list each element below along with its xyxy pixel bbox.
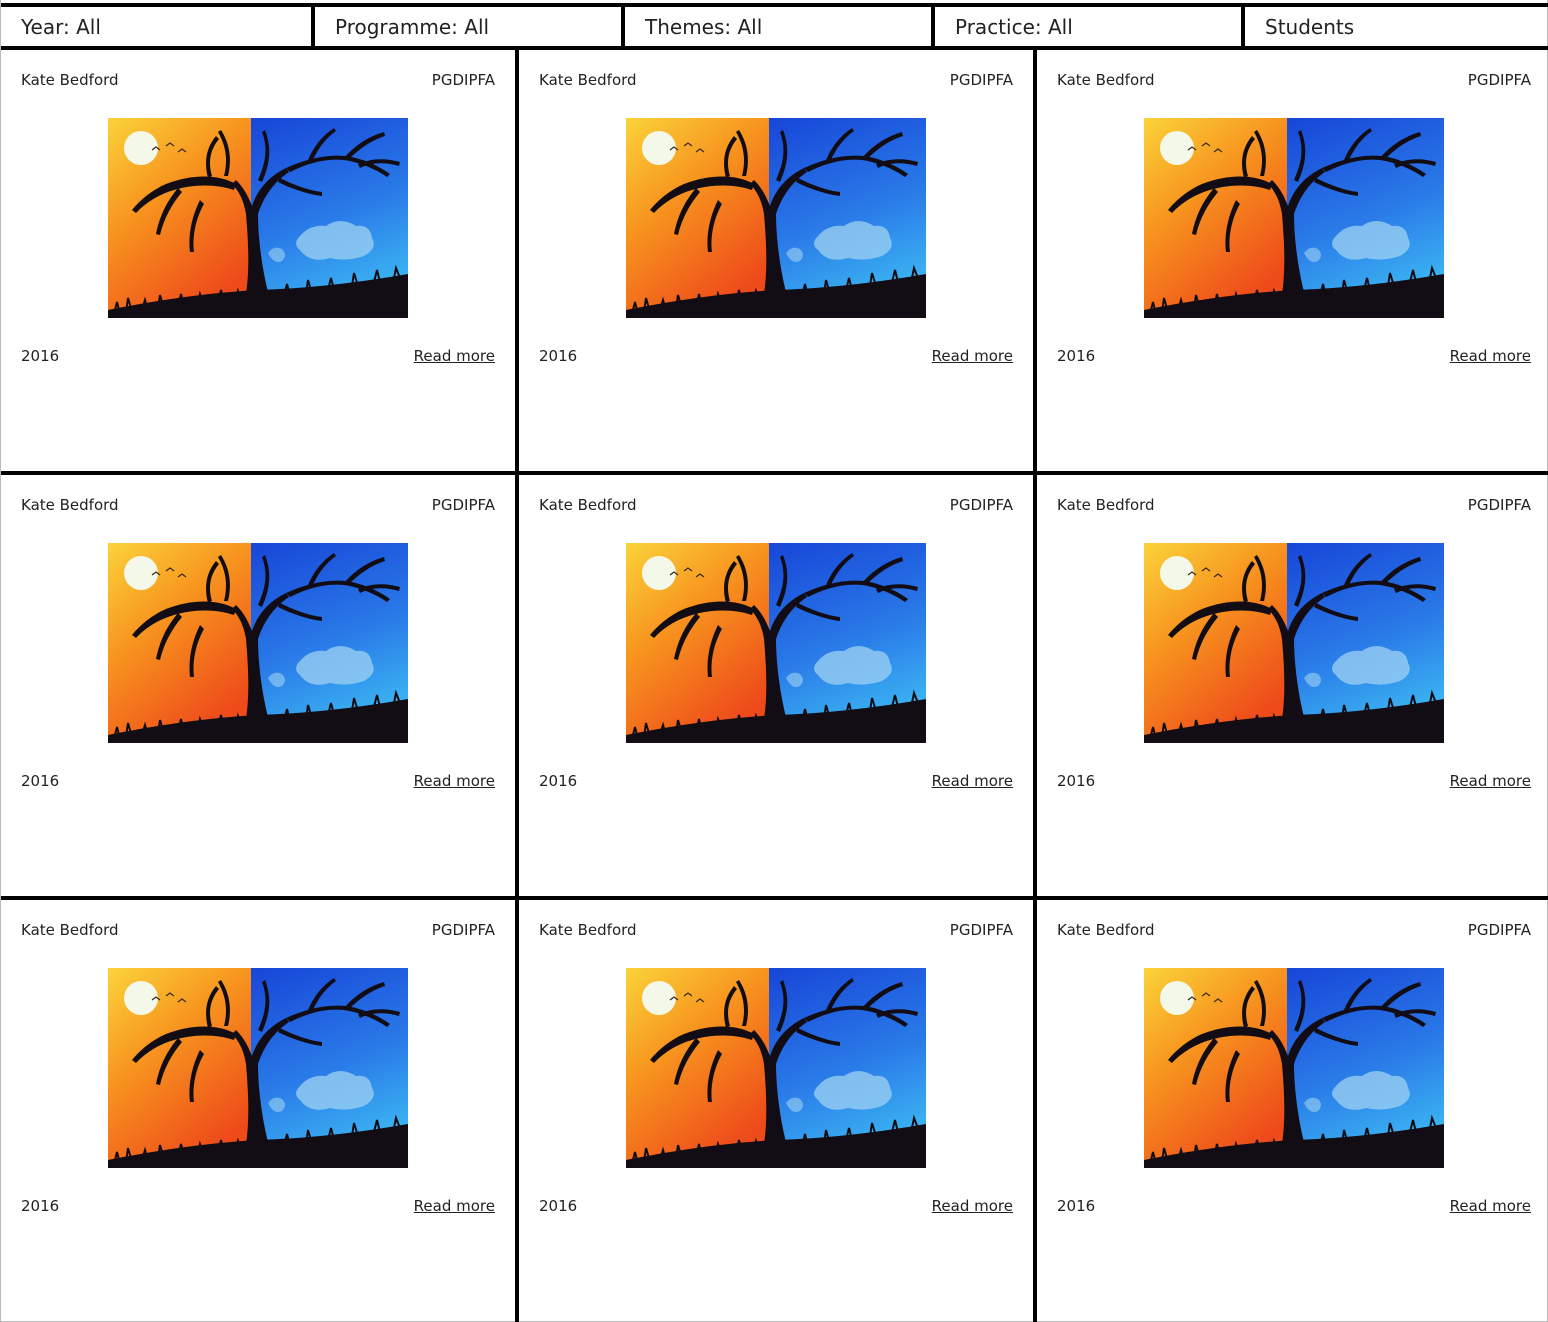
- artwork-thumbnail[interactable]: [108, 543, 408, 743]
- artwork-thumbnail[interactable]: [108, 968, 408, 1168]
- card-header: Kate Bedford PGDIPFA: [539, 70, 1013, 90]
- student-name: Kate Bedford: [1057, 496, 1155, 514]
- programme-filter[interactable]: Programme: All: [311, 7, 621, 46]
- artwork-card: Kate Bedford PGDIPFA 2016 Read more: [1037, 475, 1548, 896]
- read-more-link[interactable]: Read more: [932, 1196, 1013, 1216]
- read-more-link[interactable]: Read more: [932, 771, 1013, 791]
- artwork-thumbnail[interactable]: [1144, 543, 1444, 743]
- artwork-card: Kate Bedford PGDIPFA 2016 Read more: [519, 50, 1033, 471]
- student-name: Kate Bedford: [21, 496, 119, 514]
- read-more-link[interactable]: Read more: [414, 346, 495, 366]
- card-footer: 2016 Read more: [1057, 1196, 1531, 1216]
- year-label: 2016: [539, 1197, 578, 1215]
- artwork-thumbnail[interactable]: [626, 968, 926, 1168]
- gallery-page: Year: All Programme: All Themes: All Pra…: [0, 0, 1548, 1322]
- card-header: Kate Bedford PGDIPFA: [21, 920, 495, 940]
- card-footer: 2016 Read more: [539, 346, 1013, 366]
- artwork-thumbnail[interactable]: [1144, 118, 1444, 318]
- year-label: 2016: [21, 1197, 60, 1215]
- read-more-link[interactable]: Read more: [1450, 346, 1531, 366]
- card-footer: 2016 Read more: [539, 1196, 1013, 1216]
- year-label: 2016: [21, 347, 60, 365]
- card-footer: 2016 Read more: [1057, 771, 1531, 791]
- card-footer: 2016 Read more: [21, 1196, 495, 1216]
- student-name: Kate Bedford: [21, 71, 119, 89]
- programme-label: PGDIPFA: [949, 71, 1013, 89]
- student-name: Kate Bedford: [21, 921, 119, 939]
- artwork-card: Kate Bedford PGDIPFA 2016 Read more: [1, 475, 515, 896]
- programme-label: PGDIPFA: [1467, 921, 1531, 939]
- card-header: Kate Bedford PGDIPFA: [1057, 495, 1531, 515]
- artwork-card: Kate Bedford PGDIPFA 2016 Read more: [519, 900, 1033, 1322]
- student-name: Kate Bedford: [1057, 71, 1155, 89]
- student-name: Kate Bedford: [539, 71, 637, 89]
- card-header: Kate Bedford PGDIPFA: [539, 495, 1013, 515]
- filter-bar: Year: All Programme: All Themes: All Pra…: [1, 3, 1548, 50]
- year-label: 2016: [1057, 772, 1096, 790]
- student-name: Kate Bedford: [539, 496, 637, 514]
- artwork-thumbnail[interactable]: [626, 543, 926, 743]
- artwork-thumbnail[interactable]: [108, 118, 408, 318]
- programme-label: PGDIPFA: [949, 496, 1013, 514]
- year-label: 2016: [21, 772, 60, 790]
- card-header: Kate Bedford PGDIPFA: [21, 495, 495, 515]
- read-more-link[interactable]: Read more: [1450, 1196, 1531, 1216]
- card-header: Kate Bedford PGDIPFA: [21, 70, 495, 90]
- artwork-thumbnail[interactable]: [626, 118, 926, 318]
- practice-filter[interactable]: Practice: All: [931, 7, 1241, 46]
- artwork-card: Kate Bedford PGDIPFA 2016 Read more: [1037, 900, 1548, 1322]
- year-filter[interactable]: Year: All: [1, 7, 311, 46]
- card-footer: 2016 Read more: [21, 771, 495, 791]
- programme-label: PGDIPFA: [1467, 496, 1531, 514]
- read-more-link[interactable]: Read more: [932, 346, 1013, 366]
- read-more-link[interactable]: Read more: [1450, 771, 1531, 791]
- card-header: Kate Bedford PGDIPFA: [1057, 920, 1531, 940]
- student-name: Kate Bedford: [1057, 921, 1155, 939]
- year-label: 2016: [539, 347, 578, 365]
- students-filter[interactable]: Students: [1241, 7, 1548, 46]
- artwork-grid: Kate Bedford PGDIPFA 2016 Read more Kate…: [1, 50, 1548, 1322]
- read-more-link[interactable]: Read more: [414, 771, 495, 791]
- card-footer: 2016 Read more: [539, 771, 1013, 791]
- programme-label: PGDIPFA: [431, 496, 495, 514]
- student-name: Kate Bedford: [539, 921, 637, 939]
- programme-label: PGDIPFA: [431, 921, 495, 939]
- artwork-card: Kate Bedford PGDIPFA 2016 Read more: [1037, 50, 1548, 471]
- programme-label: PGDIPFA: [949, 921, 1013, 939]
- themes-filter[interactable]: Themes: All: [621, 7, 931, 46]
- artwork-card: Kate Bedford PGDIPFA 2016 Read more: [519, 475, 1033, 896]
- card-header: Kate Bedford PGDIPFA: [539, 920, 1013, 940]
- programme-label: PGDIPFA: [1467, 71, 1531, 89]
- programme-label: PGDIPFA: [431, 71, 495, 89]
- year-label: 2016: [539, 772, 578, 790]
- artwork-thumbnail[interactable]: [1144, 968, 1444, 1168]
- card-footer: 2016 Read more: [21, 346, 495, 366]
- artwork-card: Kate Bedford PGDIPFA 2016 Read more: [1, 50, 515, 471]
- card-header: Kate Bedford PGDIPFA: [1057, 70, 1531, 90]
- year-label: 2016: [1057, 1197, 1096, 1215]
- read-more-link[interactable]: Read more: [414, 1196, 495, 1216]
- artwork-card: Kate Bedford PGDIPFA 2016 Read more: [1, 900, 515, 1322]
- year-label: 2016: [1057, 347, 1096, 365]
- card-footer: 2016 Read more: [1057, 346, 1531, 366]
